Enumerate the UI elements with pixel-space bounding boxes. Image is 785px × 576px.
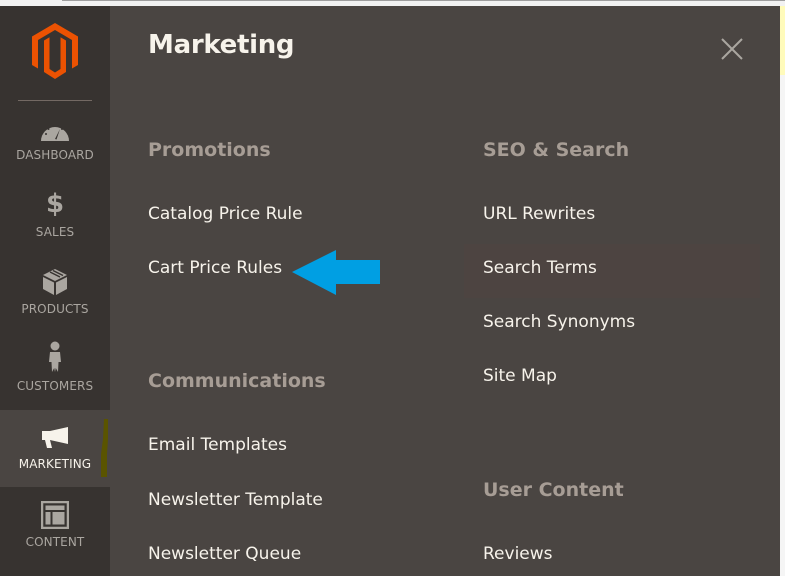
link-newsletter-template[interactable]: Newsletter Template [148, 490, 323, 510]
left-arrow-annotation-icon [292, 250, 380, 295]
sidebar-item-label: CUSTOMERS [16, 379, 94, 393]
section-title-communications: Communications [148, 370, 326, 392]
magento-logo[interactable] [32, 23, 78, 79]
megaphone-icon [42, 427, 68, 448]
dashboard-gauge-icon [41, 125, 69, 141]
layout-icon [41, 501, 69, 529]
page-background-edge [780, 6, 785, 576]
box-icon [43, 269, 67, 295]
link-cart-price-rules[interactable]: Cart Price Rules [148, 258, 282, 278]
panel-title: Marketing [148, 30, 295, 60]
link-reviews[interactable]: Reviews [483, 544, 553, 564]
sidebar-item-label: SALES [35, 225, 75, 239]
horizontal-scrollbar[interactable] [62, 0, 785, 1]
link-catalog-price-rule[interactable]: Catalog Price Rule [148, 204, 303, 224]
sidebar-item-label: CONTENT [25, 535, 85, 549]
sidebar-item-content[interactable]: CONTENT [0, 491, 110, 568]
sidebar-item-customers[interactable]: CUSTOMERS [0, 339, 110, 416]
marketing-menu-panel: Marketing Promotions Catalog Price Rule … [110, 6, 780, 576]
logo-divider [18, 100, 92, 101]
section-title-seo-search: SEO & Search [483, 139, 630, 161]
sidebar-item-label: MARKETING [18, 457, 92, 471]
sidebar-item-label: DASHBOARD [16, 148, 94, 162]
sidebar-item-marketing[interactable]: MARKETING [0, 410, 110, 487]
link-search-synonyms[interactable]: Search Synonyms [483, 312, 635, 332]
person-icon [49, 341, 61, 372]
admin-sidebar: DASHBOARD $ SALES PRODUCTS CUSTOMERS MAR… [0, 6, 110, 576]
close-icon[interactable] [720, 37, 744, 61]
sidebar-item-products[interactable]: PRODUCTS [0, 262, 110, 339]
section-title-promotions: Promotions [148, 139, 271, 161]
link-email-templates[interactable]: Email Templates [148, 435, 287, 455]
notice-strip [780, 6, 785, 75]
sidebar-item-label: PRODUCTS [21, 302, 89, 316]
link-newsletter-queue[interactable]: Newsletter Queue [148, 544, 301, 564]
sidebar-item-dashboard[interactable]: DASHBOARD [0, 108, 110, 185]
link-url-rewrites[interactable]: URL Rewrites [483, 204, 595, 224]
link-site-map[interactable]: Site Map [483, 366, 557, 386]
dollar-icon: $ [45, 189, 65, 219]
highlight-marker-annotation [101, 419, 108, 477]
link-search-terms[interactable]: Search Terms [483, 258, 597, 278]
section-title-user-content: User Content [483, 479, 624, 501]
sidebar-item-sales[interactable]: $ SALES [0, 185, 110, 262]
